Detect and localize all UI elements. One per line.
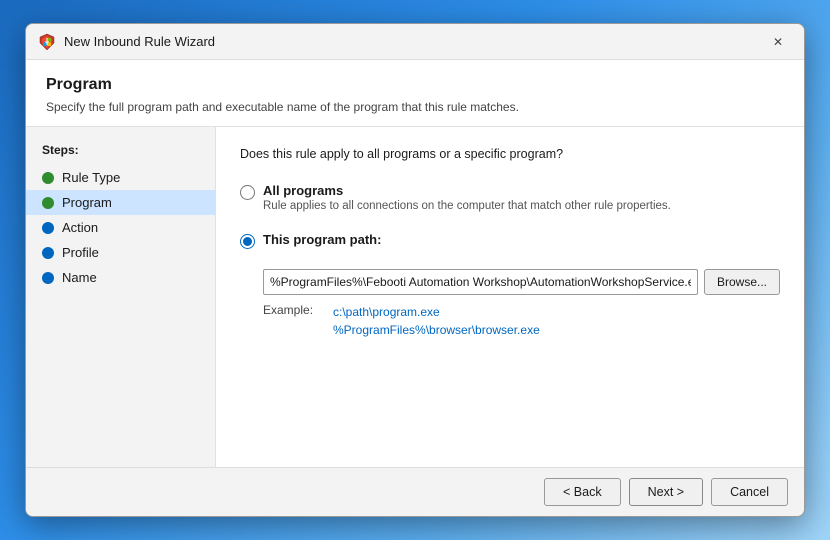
page-title: Program <box>46 76 784 94</box>
all-programs-label: All programs <box>263 183 343 198</box>
browse-button[interactable]: Browse... <box>704 269 780 295</box>
dialog-body: Steps: Rule Type Program Action Profile … <box>26 127 804 467</box>
all-programs-radio[interactable] <box>240 185 255 200</box>
step-label-program: Program <box>62 195 112 210</box>
step-dot-action <box>42 222 54 234</box>
program-path-input[interactable] <box>263 269 698 295</box>
back-button[interactable]: < Back <box>544 478 621 506</box>
example-label: Example: <box>263 303 333 339</box>
this-program-radio[interactable] <box>240 234 255 249</box>
content-panel: Does this rule apply to all programs or … <box>216 127 804 467</box>
dialog-window: New Inbound Rule Wizard ✕ Program Specif… <box>25 23 805 517</box>
steps-label: Steps: <box>26 143 215 165</box>
example-row: Example: c:\path\program.exe %ProgramFil… <box>263 303 780 339</box>
program-path-row: Browse... <box>263 269 780 295</box>
example-line2: %ProgramFiles%\browser\browser.exe <box>333 321 540 339</box>
step-profile[interactable]: Profile <box>26 240 215 265</box>
step-dot-rule-type <box>42 172 54 184</box>
step-dot-profile <box>42 247 54 259</box>
step-label-name: Name <box>62 270 97 285</box>
all-programs-option: All programs Rule applies to all connect… <box>240 183 780 212</box>
page-description: Specify the full program path and execut… <box>46 100 784 114</box>
this-program-option: This program path: <box>240 232 780 249</box>
dialog-footer: < Back Next > Cancel <box>26 467 804 516</box>
dialog-header: Program Specify the full program path an… <box>26 60 804 127</box>
close-button[interactable]: ✕ <box>764 31 792 53</box>
all-programs-sublabel: Rule applies to all connections on the c… <box>263 200 671 212</box>
step-program[interactable]: Program <box>26 190 215 215</box>
this-program-label: This program path: <box>263 232 381 247</box>
example-value: c:\path\program.exe %ProgramFiles%\brows… <box>333 303 540 339</box>
step-name[interactable]: Name <box>26 265 215 290</box>
step-rule-type[interactable]: Rule Type <box>26 165 215 190</box>
question-text: Does this rule apply to all programs or … <box>240 147 780 161</box>
steps-panel: Steps: Rule Type Program Action Profile … <box>26 127 216 467</box>
title-bar-text: New Inbound Rule Wizard <box>64 34 764 49</box>
title-bar: New Inbound Rule Wizard ✕ <box>26 24 804 60</box>
step-label-rule-type: Rule Type <box>62 170 120 185</box>
step-label-profile: Profile <box>62 245 99 260</box>
cancel-button[interactable]: Cancel <box>711 478 788 506</box>
step-dot-program <box>42 197 54 209</box>
step-label-action: Action <box>62 220 98 235</box>
step-action[interactable]: Action <box>26 215 215 240</box>
next-button[interactable]: Next > <box>629 478 703 506</box>
step-dot-name <box>42 272 54 284</box>
window-icon <box>38 33 56 51</box>
example-line1: c:\path\program.exe <box>333 303 540 321</box>
